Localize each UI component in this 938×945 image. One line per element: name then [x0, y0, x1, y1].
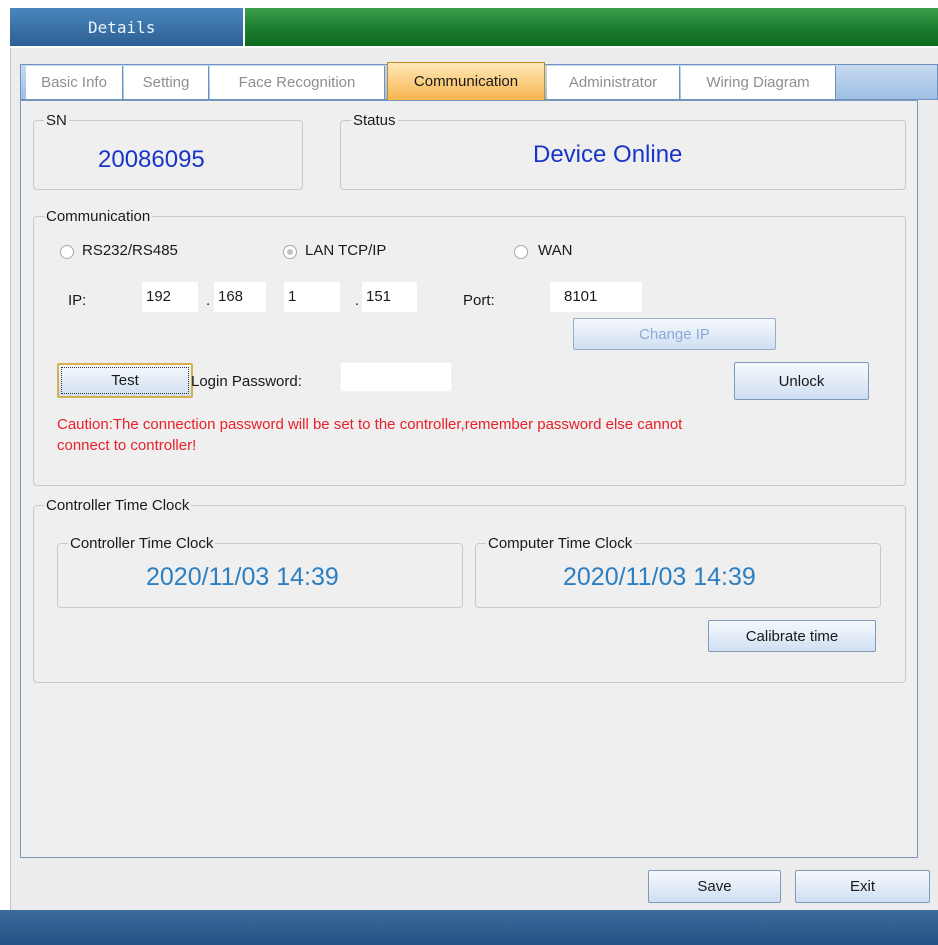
computer-clock-value: 2020/11/03 14:39: [563, 563, 756, 591]
tab-setting[interactable]: Setting: [124, 66, 209, 99]
computer-clock-legend: Computer Time Clock: [488, 535, 633, 552]
test-button[interactable]: Test: [57, 363, 193, 398]
ip-label: IP:: [68, 292, 87, 309]
tab-administrator[interactable]: Administrator: [547, 66, 680, 99]
tab-wiring-diagram[interactable]: Wiring Diagram: [681, 66, 836, 99]
communication-legend: Communication: [46, 208, 151, 225]
ip-octet-1[interactable]: 192: [142, 282, 198, 312]
title-bar: Details: [0, 0, 938, 46]
port-field[interactable]: 8101: [550, 282, 642, 312]
window-title: Details: [10, 8, 243, 46]
controller-clock-legend: Controller Time Clock: [70, 535, 214, 552]
caution-line-2: connect to controller!: [57, 437, 197, 454]
ip-octet-3[interactable]: 1: [284, 282, 340, 312]
caution-text: Caution:The connection password will be …: [57, 414, 897, 456]
login-password-input[interactable]: [340, 362, 452, 392]
status-value: Device Online: [533, 141, 683, 168]
login-password-label: Login Password:: [191, 373, 302, 390]
ip-separator-1: .: [206, 292, 211, 309]
calibrate-time-button[interactable]: Calibrate time: [708, 620, 876, 652]
sn-value: 20086095: [98, 146, 205, 173]
radio-lan-tcpip[interactable]: [283, 245, 297, 259]
radio-wan-label: WAN: [538, 242, 573, 259]
exit-button[interactable]: Exit: [795, 870, 930, 903]
radio-wan[interactable]: [514, 245, 528, 259]
change-ip-button[interactable]: Change IP: [573, 318, 776, 350]
radio-rs232[interactable]: [60, 245, 74, 259]
radio-rs232-label: RS232/RS485: [82, 242, 178, 259]
title-bar-fill: [245, 8, 938, 46]
controller-clock-value: 2020/11/03 14:39: [146, 563, 339, 591]
ip-octet-2[interactable]: 168: [214, 282, 266, 312]
save-button[interactable]: Save: [648, 870, 781, 903]
time-clock-legend: Controller Time Clock: [46, 497, 190, 514]
port-label: Port:: [463, 292, 495, 309]
tab-basic-info[interactable]: Basic Info: [26, 66, 123, 99]
tab-communication[interactable]: Communication: [387, 62, 545, 100]
ip-octet-4[interactable]: 151: [362, 282, 417, 312]
status-legend: Status: [353, 112, 396, 129]
sn-legend: SN: [46, 112, 67, 129]
radio-lan-tcpip-label: LAN TCP/IP: [305, 242, 387, 259]
caution-line-1: Caution:The connection password will be …: [57, 416, 683, 433]
unlock-button[interactable]: Unlock: [734, 362, 869, 400]
tab-face-recognition[interactable]: Face Recognition: [210, 66, 385, 99]
status-footer-bar: [0, 910, 938, 945]
ip-separator-3: .: [355, 292, 360, 309]
